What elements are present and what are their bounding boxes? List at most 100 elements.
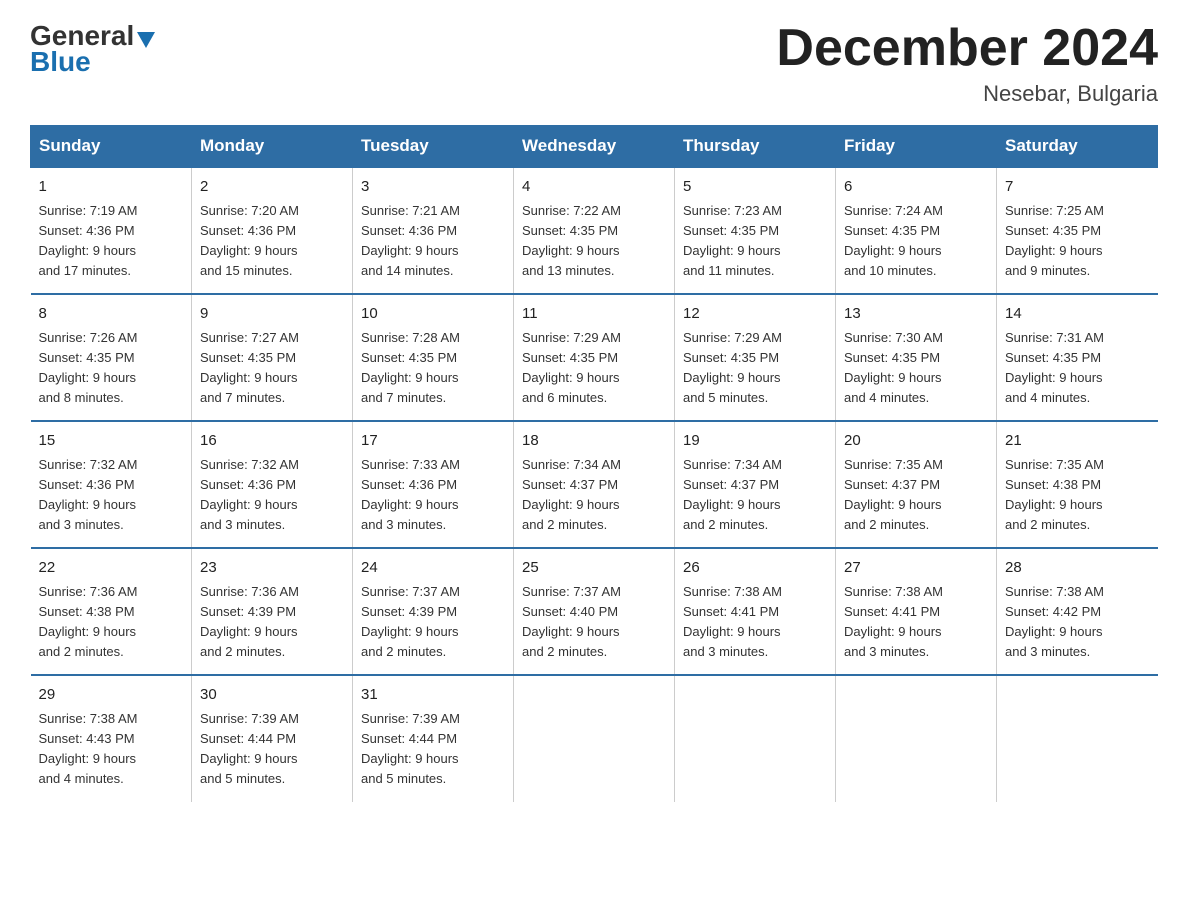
calendar-cell: 7Sunrise: 7:25 AMSunset: 4:35 PMDaylight… xyxy=(997,167,1158,294)
header-day-thursday: Thursday xyxy=(675,126,836,168)
calendar-cell: 3Sunrise: 7:21 AMSunset: 4:36 PMDaylight… xyxy=(353,167,514,294)
day-number: 11 xyxy=(522,303,666,326)
calendar-cell: 18Sunrise: 7:34 AMSunset: 4:37 PMDayligh… xyxy=(514,421,675,548)
day-number: 18 xyxy=(522,430,666,453)
day-info: Sunrise: 7:23 AMSunset: 4:35 PMDaylight:… xyxy=(683,201,827,282)
day-info: Sunrise: 7:22 AMSunset: 4:35 PMDaylight:… xyxy=(522,201,666,282)
calendar-cell: 13Sunrise: 7:30 AMSunset: 4:35 PMDayligh… xyxy=(836,294,997,421)
calendar-cell: 29Sunrise: 7:38 AMSunset: 4:43 PMDayligh… xyxy=(31,675,192,801)
header-day-sunday: Sunday xyxy=(31,126,192,168)
week-row-1: 1Sunrise: 7:19 AMSunset: 4:36 PMDaylight… xyxy=(31,167,1158,294)
day-number: 22 xyxy=(39,557,184,580)
day-number: 16 xyxy=(200,430,344,453)
calendar-cell: 19Sunrise: 7:34 AMSunset: 4:37 PMDayligh… xyxy=(675,421,836,548)
calendar-cell xyxy=(836,675,997,801)
day-number: 15 xyxy=(39,430,184,453)
day-number: 4 xyxy=(522,176,666,199)
calendar-cell: 20Sunrise: 7:35 AMSunset: 4:37 PMDayligh… xyxy=(836,421,997,548)
day-info: Sunrise: 7:27 AMSunset: 4:35 PMDaylight:… xyxy=(200,328,344,409)
day-info: Sunrise: 7:36 AMSunset: 4:38 PMDaylight:… xyxy=(39,582,184,663)
header-day-monday: Monday xyxy=(192,126,353,168)
header-day-wednesday: Wednesday xyxy=(514,126,675,168)
calendar-cell: 31Sunrise: 7:39 AMSunset: 4:44 PMDayligh… xyxy=(353,675,514,801)
calendar-cell: 6Sunrise: 7:24 AMSunset: 4:35 PMDaylight… xyxy=(836,167,997,294)
calendar-cell xyxy=(675,675,836,801)
day-info: Sunrise: 7:20 AMSunset: 4:36 PMDaylight:… xyxy=(200,201,344,282)
calendar-cell: 17Sunrise: 7:33 AMSunset: 4:36 PMDayligh… xyxy=(353,421,514,548)
calendar-cell: 25Sunrise: 7:37 AMSunset: 4:40 PMDayligh… xyxy=(514,548,675,675)
day-number: 12 xyxy=(683,303,827,326)
calendar-cell: 10Sunrise: 7:28 AMSunset: 4:35 PMDayligh… xyxy=(353,294,514,421)
calendar-cell: 15Sunrise: 7:32 AMSunset: 4:36 PMDayligh… xyxy=(31,421,192,548)
day-info: Sunrise: 7:26 AMSunset: 4:35 PMDaylight:… xyxy=(39,328,184,409)
day-number: 21 xyxy=(1005,430,1150,453)
page-title: December 2024 xyxy=(776,20,1158,77)
calendar-cell: 1Sunrise: 7:19 AMSunset: 4:36 PMDaylight… xyxy=(31,167,192,294)
day-info: Sunrise: 7:37 AMSunset: 4:40 PMDaylight:… xyxy=(522,582,666,663)
day-number: 6 xyxy=(844,176,988,199)
header-row: SundayMondayTuesdayWednesdayThursdayFrid… xyxy=(31,126,1158,168)
day-info: Sunrise: 7:30 AMSunset: 4:35 PMDaylight:… xyxy=(844,328,988,409)
day-info: Sunrise: 7:19 AMSunset: 4:36 PMDaylight:… xyxy=(39,201,184,282)
logo-triangle-icon xyxy=(137,32,155,48)
day-info: Sunrise: 7:32 AMSunset: 4:36 PMDaylight:… xyxy=(200,455,344,536)
day-info: Sunrise: 7:38 AMSunset: 4:42 PMDaylight:… xyxy=(1005,582,1150,663)
day-number: 23 xyxy=(200,557,344,580)
calendar-cell: 11Sunrise: 7:29 AMSunset: 4:35 PMDayligh… xyxy=(514,294,675,421)
day-number: 1 xyxy=(39,176,184,199)
calendar-cell: 24Sunrise: 7:37 AMSunset: 4:39 PMDayligh… xyxy=(353,548,514,675)
day-number: 24 xyxy=(361,557,505,580)
calendar-cell: 27Sunrise: 7:38 AMSunset: 4:41 PMDayligh… xyxy=(836,548,997,675)
header-day-friday: Friday xyxy=(836,126,997,168)
calendar-cell: 14Sunrise: 7:31 AMSunset: 4:35 PMDayligh… xyxy=(997,294,1158,421)
calendar-cell: 12Sunrise: 7:29 AMSunset: 4:35 PMDayligh… xyxy=(675,294,836,421)
day-info: Sunrise: 7:34 AMSunset: 4:37 PMDaylight:… xyxy=(522,455,666,536)
day-info: Sunrise: 7:39 AMSunset: 4:44 PMDaylight:… xyxy=(361,709,505,790)
day-info: Sunrise: 7:35 AMSunset: 4:37 PMDaylight:… xyxy=(844,455,988,536)
day-info: Sunrise: 7:28 AMSunset: 4:35 PMDaylight:… xyxy=(361,328,505,409)
calendar-cell: 2Sunrise: 7:20 AMSunset: 4:36 PMDaylight… xyxy=(192,167,353,294)
page-header: General Blue December 2024 Nesebar, Bulg… xyxy=(30,20,1158,107)
day-info: Sunrise: 7:24 AMSunset: 4:35 PMDaylight:… xyxy=(844,201,988,282)
day-number: 29 xyxy=(39,684,184,707)
day-number: 9 xyxy=(200,303,344,326)
calendar-cell: 28Sunrise: 7:38 AMSunset: 4:42 PMDayligh… xyxy=(997,548,1158,675)
day-info: Sunrise: 7:39 AMSunset: 4:44 PMDaylight:… xyxy=(200,709,344,790)
day-info: Sunrise: 7:25 AMSunset: 4:35 PMDaylight:… xyxy=(1005,201,1150,282)
day-info: Sunrise: 7:31 AMSunset: 4:35 PMDaylight:… xyxy=(1005,328,1150,409)
calendar-table: SundayMondayTuesdayWednesdayThursdayFrid… xyxy=(30,125,1158,801)
day-number: 17 xyxy=(361,430,505,453)
day-info: Sunrise: 7:38 AMSunset: 4:41 PMDaylight:… xyxy=(683,582,827,663)
day-number: 8 xyxy=(39,303,184,326)
calendar-cell: 23Sunrise: 7:36 AMSunset: 4:39 PMDayligh… xyxy=(192,548,353,675)
calendar-cell: 5Sunrise: 7:23 AMSunset: 4:35 PMDaylight… xyxy=(675,167,836,294)
day-info: Sunrise: 7:36 AMSunset: 4:39 PMDaylight:… xyxy=(200,582,344,663)
week-row-2: 8Sunrise: 7:26 AMSunset: 4:35 PMDaylight… xyxy=(31,294,1158,421)
day-number: 25 xyxy=(522,557,666,580)
day-number: 20 xyxy=(844,430,988,453)
day-number: 14 xyxy=(1005,303,1150,326)
title-block: December 2024 Nesebar, Bulgaria xyxy=(776,20,1158,107)
calendar-cell: 26Sunrise: 7:38 AMSunset: 4:41 PMDayligh… xyxy=(675,548,836,675)
calendar-cell: 30Sunrise: 7:39 AMSunset: 4:44 PMDayligh… xyxy=(192,675,353,801)
day-info: Sunrise: 7:21 AMSunset: 4:36 PMDaylight:… xyxy=(361,201,505,282)
day-info: Sunrise: 7:29 AMSunset: 4:35 PMDaylight:… xyxy=(683,328,827,409)
day-info: Sunrise: 7:37 AMSunset: 4:39 PMDaylight:… xyxy=(361,582,505,663)
day-number: 3 xyxy=(361,176,505,199)
day-number: 19 xyxy=(683,430,827,453)
logo-blue-text: Blue xyxy=(30,46,91,78)
day-number: 28 xyxy=(1005,557,1150,580)
day-number: 27 xyxy=(844,557,988,580)
calendar-body: 1Sunrise: 7:19 AMSunset: 4:36 PMDaylight… xyxy=(31,167,1158,801)
day-info: Sunrise: 7:35 AMSunset: 4:38 PMDaylight:… xyxy=(1005,455,1150,536)
day-info: Sunrise: 7:33 AMSunset: 4:36 PMDaylight:… xyxy=(361,455,505,536)
day-info: Sunrise: 7:38 AMSunset: 4:41 PMDaylight:… xyxy=(844,582,988,663)
day-number: 7 xyxy=(1005,176,1150,199)
day-number: 2 xyxy=(200,176,344,199)
page-subtitle: Nesebar, Bulgaria xyxy=(776,81,1158,107)
header-day-tuesday: Tuesday xyxy=(353,126,514,168)
calendar-cell: 9Sunrise: 7:27 AMSunset: 4:35 PMDaylight… xyxy=(192,294,353,421)
day-info: Sunrise: 7:34 AMSunset: 4:37 PMDaylight:… xyxy=(683,455,827,536)
calendar-cell: 4Sunrise: 7:22 AMSunset: 4:35 PMDaylight… xyxy=(514,167,675,294)
calendar-cell: 16Sunrise: 7:32 AMSunset: 4:36 PMDayligh… xyxy=(192,421,353,548)
